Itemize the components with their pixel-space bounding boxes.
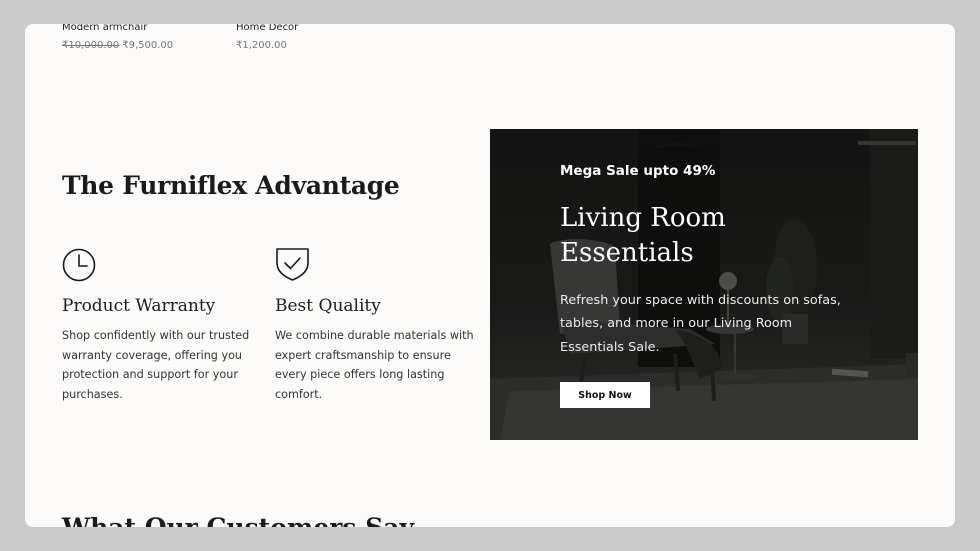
page-frame: Modern armchair ₹10,000.00 ₹9,500.00 Home… bbox=[25, 24, 955, 527]
banner-title-line1: Living Room bbox=[560, 203, 726, 233]
banner-description: Refresh your space with discounts on sof… bbox=[560, 293, 841, 355]
feature-title: Product Warranty bbox=[62, 296, 216, 316]
advantage-title-pre: The bbox=[62, 171, 123, 200]
testimonials-title: What Our Customers Say bbox=[62, 513, 414, 527]
product-price: ₹1,200.00 bbox=[236, 40, 287, 51]
product-sale-price: ₹9,500.00 bbox=[122, 40, 174, 51]
advantage-title: The Furniflex Advantage bbox=[62, 171, 400, 200]
feature-product-warranty: Product Warranty Shop confidently with o… bbox=[62, 246, 267, 401]
feature-best-quality: Best Quality We combine durable material… bbox=[275, 246, 480, 401]
feature-title: Best Quality bbox=[275, 296, 381, 316]
product-name[interactable]: Home Decor bbox=[236, 24, 298, 33]
feature-description: We combine durable materials with expert… bbox=[275, 329, 474, 401]
sale-label: Mega Sale upto 49% bbox=[560, 163, 716, 179]
shield-check-icon bbox=[276, 248, 309, 281]
advantage-title-brand: Furniflex bbox=[122, 171, 247, 200]
product-price: ₹10,000.00 ₹9,500.00 bbox=[62, 40, 173, 51]
banner-title-line2: Essentials bbox=[560, 238, 694, 268]
advantage-title-post: Advantage bbox=[246, 171, 400, 200]
feature-description: Shop confidently with our trusted warran… bbox=[62, 329, 250, 401]
promo-banner: Mega Sale upto 49% Living Room Essentials… bbox=[490, 129, 918, 440]
product-old-price: ₹10,000.00 bbox=[62, 40, 120, 51]
clock-icon bbox=[62, 248, 96, 282]
banner-title: Living Room Essentials bbox=[560, 201, 726, 271]
shop-now-button[interactable]: Shop Now bbox=[560, 382, 650, 408]
product-name[interactable]: Modern armchair bbox=[62, 24, 147, 33]
